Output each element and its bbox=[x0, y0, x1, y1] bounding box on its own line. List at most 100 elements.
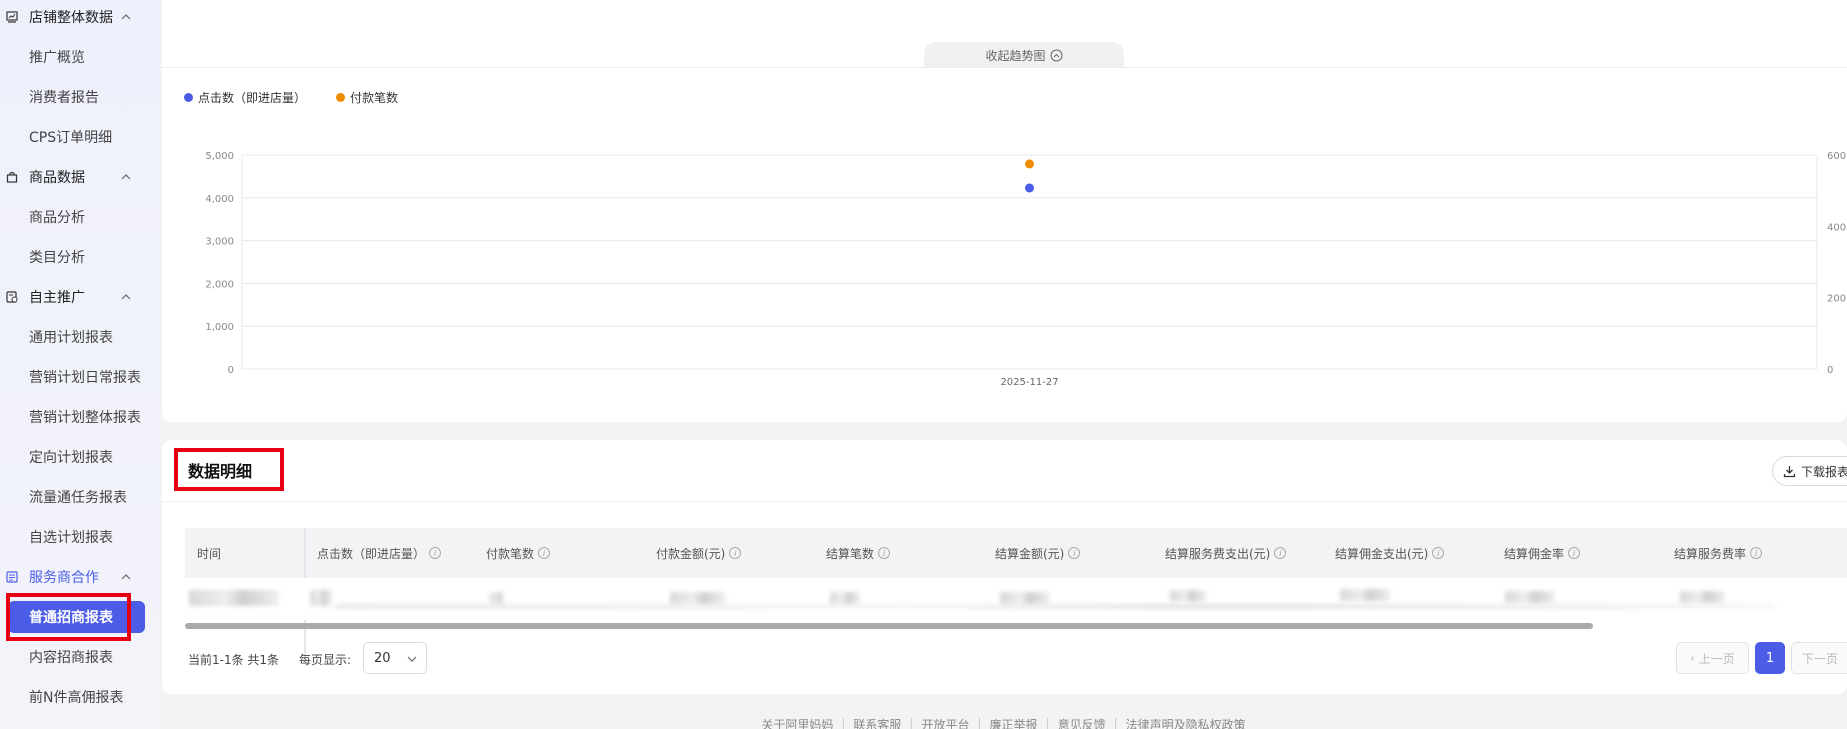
column-header-settled-count[interactable]: 结算笔数 i bbox=[826, 528, 891, 578]
column-header-settled-amount[interactable]: 结算金额(元) i bbox=[995, 528, 1081, 578]
sidebar-item-general-plan[interactable]: 通用计划报表 bbox=[0, 322, 160, 352]
column-header-service-fee-rate[interactable]: 结算服务费率 i bbox=[1674, 528, 1763, 578]
collapse-chart-button[interactable]: 收起趋势图 bbox=[924, 42, 1124, 68]
info-icon[interactable]: i bbox=[538, 547, 551, 559]
footer-link[interactable]: 廉正举报 bbox=[990, 716, 1038, 729]
column-header-payments[interactable]: 付款笔数 i bbox=[486, 528, 551, 578]
footer-link[interactable]: 关于阿里妈妈 bbox=[761, 716, 833, 729]
info-icon[interactable]: i bbox=[1750, 547, 1763, 559]
sidebar-item-label: 类目分析 bbox=[29, 250, 85, 266]
sidebar-group-label: 自主推广 bbox=[29, 290, 85, 306]
page-size-value: 20 bbox=[374, 650, 391, 666]
sidebar-item-content-merchant[interactable]: 内容招商报表 bbox=[0, 642, 160, 672]
sidebar-item-label: 通用计划报表 bbox=[29, 330, 113, 346]
sidebar-item-product-analysis[interactable]: 商品分析 bbox=[0, 202, 160, 232]
column-header-service-fee[interactable]: 结算服务费支出(元) i bbox=[1165, 528, 1287, 578]
sidebar-item-label: 营销计划整体报表 bbox=[29, 410, 141, 426]
redacted-cell bbox=[1170, 590, 1206, 602]
info-icon[interactable]: i bbox=[1274, 547, 1287, 559]
footer-link[interactable]: 意见反馈 bbox=[1058, 716, 1106, 729]
legend-dot-orange bbox=[336, 93, 346, 102]
info-icon[interactable]: i bbox=[429, 547, 442, 559]
sidebar-group-label: 商品数据 bbox=[29, 170, 85, 186]
legend-item-payments[interactable]: 付款笔数 bbox=[336, 89, 398, 106]
chevron-up-icon bbox=[121, 574, 131, 580]
info-icon[interactable]: i bbox=[1068, 547, 1081, 559]
sidebar-item-label: 自选计划报表 bbox=[29, 530, 113, 546]
data-detail-card: 数据明细 下载报表 时间 点击数（即进店量） i 付款笔数 i 付款金额(元) i 结… bbox=[162, 440, 1847, 694]
redacted-cell bbox=[830, 592, 860, 604]
sidebar-item-overview[interactable]: 推广概览 bbox=[0, 42, 160, 72]
column-label: 付款金额(元) bbox=[656, 546, 726, 561]
sidebar-group-self-promotion[interactable]: 自主推广 bbox=[0, 282, 160, 312]
horizontal-scrollbar[interactable] bbox=[185, 623, 1593, 629]
sidebar-item-targeted-plan[interactable]: 定向计划报表 bbox=[0, 442, 160, 472]
download-label: 下载报表 bbox=[1801, 464, 1847, 479]
highlight-box bbox=[6, 593, 131, 641]
sidebar-item-custom-plan[interactable]: 自选计划报表 bbox=[0, 522, 160, 552]
download-icon bbox=[1783, 465, 1796, 477]
column-header-commission[interactable]: 结算佣金支出(元) i bbox=[1335, 528, 1445, 578]
legend-dot-blue bbox=[184, 93, 193, 102]
column-label: 结算佣金支出(元) bbox=[1335, 546, 1429, 561]
chart-legend: 点击数（即进店量） 付款笔数 bbox=[184, 89, 398, 106]
y-right-tick-label: 0 bbox=[1827, 365, 1833, 376]
legend-item-clicks[interactable]: 点击数（即进店量） bbox=[184, 89, 306, 106]
column-label: 结算服务费支出(元) bbox=[1165, 546, 1271, 561]
sidebar-item-marketing-overall[interactable]: 营销计划整体报表 bbox=[0, 402, 160, 432]
sidebar-item-label: CPS订单明细 bbox=[29, 130, 113, 146]
sidebar-group-product-data[interactable]: 商品数据 bbox=[0, 162, 160, 192]
y-left-tick-label: 2,000 bbox=[205, 279, 234, 290]
footer-link[interactable]: 联系客服 bbox=[853, 716, 901, 729]
redacted-cell bbox=[189, 590, 279, 606]
footer-separator: | bbox=[841, 716, 846, 729]
data-point bbox=[1025, 183, 1034, 193]
y-right-tick-label: 400 bbox=[1827, 222, 1846, 233]
divider bbox=[162, 501, 1847, 502]
main-content: 收起趋势图 点击数（即进店量） 付款笔数 5,000 4,000 3,000 2,00… bbox=[160, 0, 1847, 729]
column-header-time[interactable]: 时间 bbox=[197, 528, 221, 578]
page-number-button[interactable]: 1 bbox=[1755, 642, 1785, 674]
bag-icon bbox=[6, 171, 18, 183]
sidebar-group-partner[interactable]: 服务商合作 bbox=[0, 562, 160, 592]
sidebar-item-label: 内容招商报表 bbox=[29, 650, 113, 666]
sidebar-item-cps-orders[interactable]: CPS订单明细 bbox=[0, 122, 160, 152]
sidebar-item-category-analysis[interactable]: 类目分析 bbox=[0, 242, 160, 272]
column-label: 结算金额(元) bbox=[995, 546, 1065, 561]
sidebar-item-top-n-commission[interactable]: 前N件高佣报表 bbox=[0, 682, 160, 712]
y-left-tick-label: 3,000 bbox=[205, 237, 234, 248]
next-page-button[interactable]: 下一页 bbox=[1791, 642, 1847, 674]
column-header-commission-rate[interactable]: 结算佣金率 i bbox=[1504, 528, 1581, 578]
column-label: 时间 bbox=[197, 546, 222, 561]
info-icon[interactable]: i bbox=[1568, 547, 1581, 559]
sidebar-group-label: 服务商合作 bbox=[29, 570, 99, 586]
footer-separator: | bbox=[977, 716, 982, 729]
sidebar-group-store-data[interactable]: 店铺整体数据 bbox=[0, 2, 160, 32]
column-header-payment-amount[interactable]: 付款金额(元) i bbox=[656, 528, 742, 578]
footer-link[interactable]: 法律声明及隐私权政策 bbox=[1126, 716, 1246, 729]
sidebar-item-consumer-report[interactable]: 消费者报告 bbox=[0, 82, 160, 112]
sidebar-item-marketing-daily[interactable]: 营销计划日常报表 bbox=[0, 362, 160, 392]
sidebar-item-traffic-task[interactable]: 流量通任务报表 bbox=[0, 482, 160, 512]
column-label: 结算笔数 bbox=[826, 546, 875, 561]
promotion-icon bbox=[6, 291, 18, 303]
info-icon[interactable]: i bbox=[729, 547, 742, 559]
page-size-select[interactable]: 20 bbox=[363, 642, 427, 674]
table-row bbox=[185, 578, 1847, 620]
collapse-chart-label: 收起趋势图 bbox=[985, 48, 1046, 63]
prev-page-button[interactable]: ‹ 上一页 bbox=[1676, 642, 1749, 674]
download-report-button[interactable]: 下载报表 bbox=[1772, 456, 1847, 486]
column-header-clicks[interactable]: 点击数（即进店量） i bbox=[317, 528, 442, 578]
info-icon[interactable]: i bbox=[878, 547, 891, 559]
store-data-icon bbox=[6, 11, 18, 23]
redacted-cell bbox=[490, 592, 504, 604]
info-icon[interactable]: i bbox=[1432, 547, 1445, 559]
column-label: 点击数（即进店量） bbox=[317, 546, 426, 561]
partner-icon bbox=[6, 571, 18, 583]
chevron-down-icon bbox=[407, 656, 417, 662]
x-tick-label: 2025-11-27 bbox=[1000, 377, 1058, 388]
column-label: 结算服务费率 bbox=[1674, 546, 1747, 561]
divider bbox=[162, 67, 1847, 68]
redacted-strip bbox=[335, 604, 1775, 609]
footer-link[interactable]: 开放平台 bbox=[921, 716, 969, 729]
